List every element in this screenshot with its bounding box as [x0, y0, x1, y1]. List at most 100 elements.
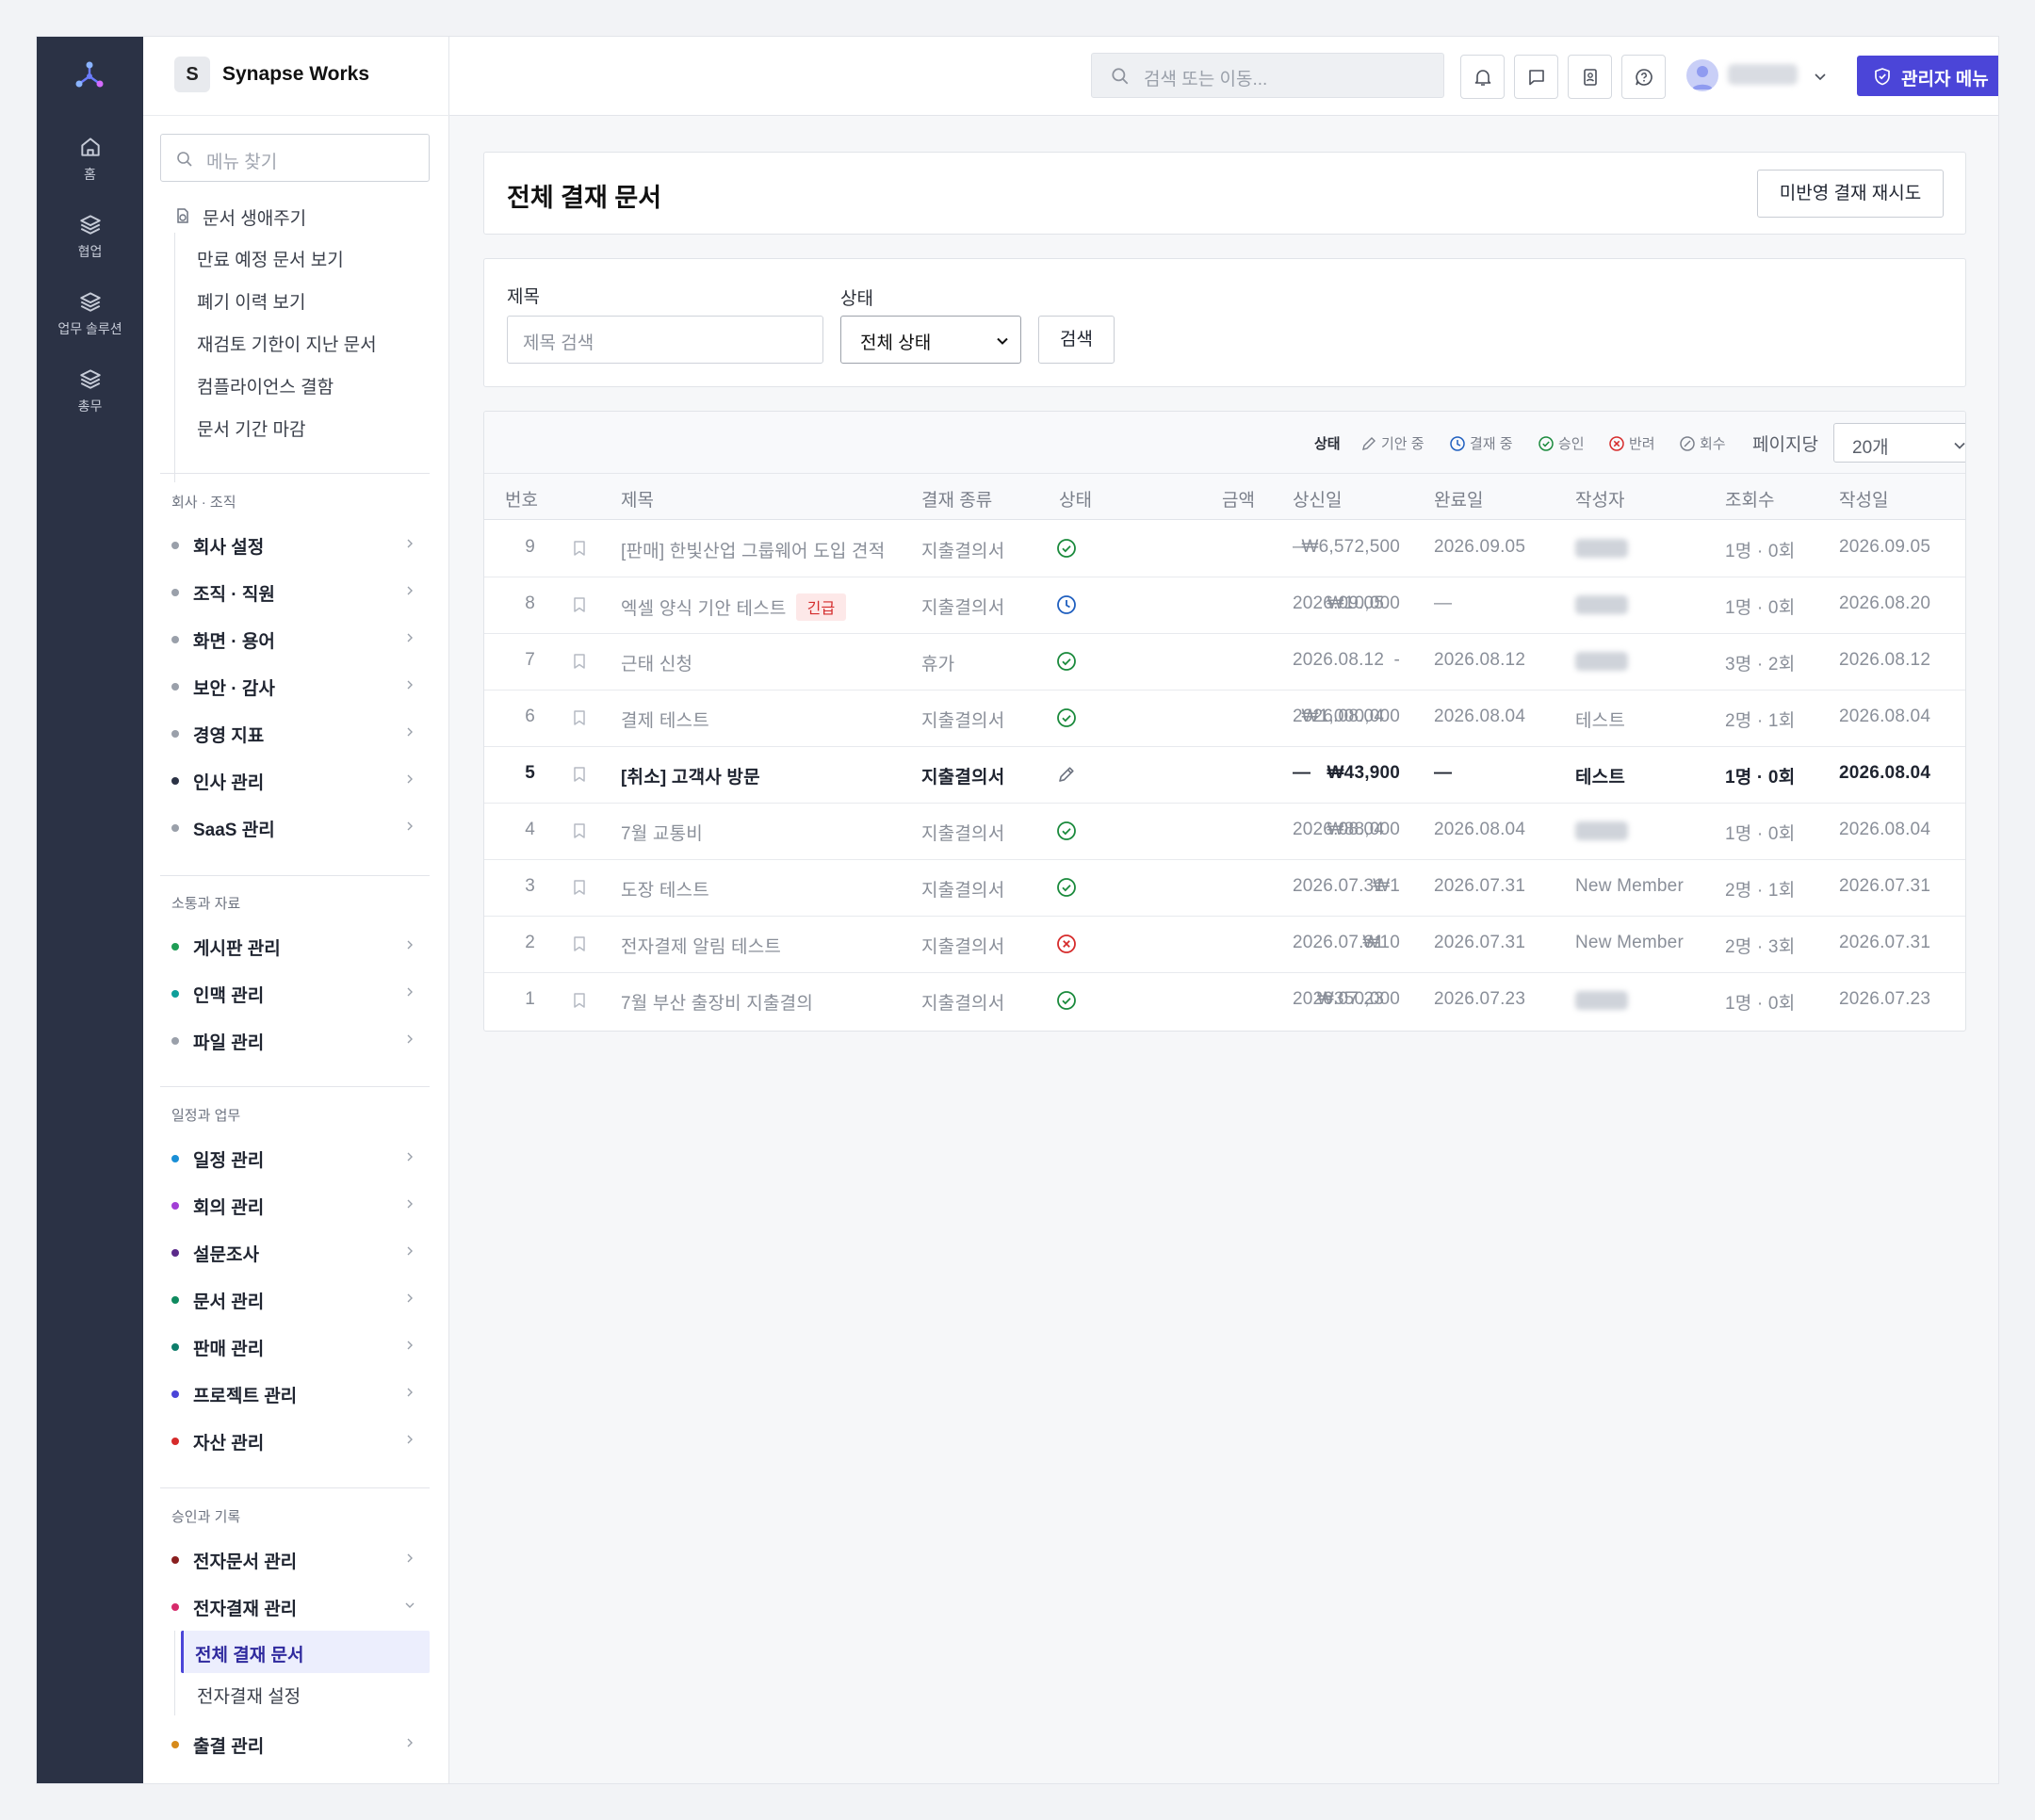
- column-header-status[interactable]: 상태: [1059, 486, 1092, 512]
- sidebar-item-org-staff[interactable]: 조직 · 직원: [160, 576, 430, 608]
- table-row[interactable]: 9 [판매] 한빛산업 그룹웨어 도입 견적 지출결의서 ₩6,572,500 …: [484, 521, 1965, 577]
- sidebar-item-company-settings[interactable]: 회사 설정: [160, 528, 430, 561]
- lifecycle-link[interactable]: 만료 예정 문서 보기: [197, 246, 344, 271]
- column-header-amount[interactable]: 금액: [1222, 486, 1255, 512]
- retry-unapplied-approvals-button[interactable]: 미반영 결재 재시도: [1757, 170, 1944, 218]
- user-avatar[interactable]: [1686, 59, 1718, 91]
- cell-title[interactable]: [취소] 고객사 방문: [621, 763, 760, 788]
- bookmark-icon[interactable]: [572, 879, 587, 896]
- bookmark-icon[interactable]: [572, 709, 587, 726]
- table-row[interactable]: 5 [취소] 고객사 방문 지출결의서 ₩43,900 — — 테스트 1명 ·…: [484, 747, 1965, 804]
- cell-title[interactable]: 결제 테스트: [621, 707, 709, 732]
- bullet-dot: [171, 1155, 179, 1162]
- messages-button[interactable]: [1514, 55, 1558, 99]
- sidebar-item-contacts[interactable]: 인맥 관리: [160, 977, 430, 1009]
- sidebar-item-kpi[interactable]: 경영 지표: [160, 717, 430, 749]
- bookmark-icon[interactable]: [572, 653, 587, 670]
- sidebar-item-eapproval-settings[interactable]: 전자결재 설정: [197, 1682, 301, 1708]
- column-header-views[interactable]: 조회수: [1725, 486, 1774, 512]
- lifecycle-link[interactable]: 컴플라이언스 결함: [197, 373, 334, 398]
- sidebar-item-all-approval-docs[interactable]: 전체 결재 문서: [181, 1631, 430, 1673]
- rail-item-general-affairs[interactable]: 총무: [37, 366, 143, 415]
- check-circle-icon: [1057, 652, 1076, 671]
- column-header-title[interactable]: 제목: [621, 486, 654, 512]
- per-page-select[interactable]: 20개: [1833, 423, 1965, 463]
- cell-title[interactable]: 7월 부산 출장비 지출결의: [621, 989, 813, 1015]
- menu-search-input[interactable]: 메뉴 찾기: [160, 134, 430, 182]
- urgent-badge: 긴급: [795, 593, 847, 621]
- column-header-created[interactable]: 작성일: [1839, 486, 1888, 512]
- table-row[interactable]: 1 7월 부산 출장비 지출결의 지출결의서 ₩350,000 2026.07.…: [484, 973, 1965, 1030]
- cell-title[interactable]: 전자결제 알림 테스트: [621, 933, 781, 958]
- sidebar-item-schedule[interactable]: 일정 관리: [160, 1142, 430, 1174]
- sidebar-item-sales[interactable]: 판매 관리: [160, 1330, 430, 1362]
- rail-item-collab[interactable]: 협업: [37, 212, 143, 261]
- table-row[interactable]: 2 전자결제 알림 테스트 지출결의서 ₩10 2026.07.31 2026.…: [484, 917, 1965, 973]
- cell-created: 2026.08.12: [1839, 650, 1931, 670]
- column-header-type[interactable]: 결재 종류: [921, 486, 992, 512]
- lifecycle-link[interactable]: 문서 기간 마감: [197, 415, 305, 441]
- sidebar-item-project[interactable]: 프로젝트 관리: [160, 1377, 430, 1409]
- divider: [160, 875, 430, 876]
- table-row[interactable]: 8 엑셀 양식 기안 테스트 긴급 지출결의서 ₩10,000 2026.09.0…: [484, 577, 1965, 634]
- bookmark-icon[interactable]: [572, 540, 587, 557]
- directory-button[interactable]: [1568, 55, 1612, 99]
- table-row[interactable]: 6 결제 테스트 지출결의서 ₩1,000,000 2026.08.04 202…: [484, 691, 1965, 747]
- title-search-input[interactable]: 제목 검색: [507, 316, 823, 364]
- sidebar-item-security-audit[interactable]: 보안 · 감사: [160, 670, 430, 702]
- rail-item-home[interactable]: 홈: [37, 135, 143, 184]
- column-header-author[interactable]: 작성자: [1575, 486, 1624, 512]
- sidebar-item-attendance[interactable]: 출결 관리: [160, 1728, 430, 1760]
- search-button[interactable]: 검색: [1038, 316, 1115, 364]
- notifications-button[interactable]: [1460, 55, 1505, 99]
- sidebar-item-edocs[interactable]: 전자문서 관리: [160, 1543, 430, 1575]
- table-body: 9 [판매] 한빛산업 그룹웨어 도입 견적 지출결의서 ₩6,572,500 …: [484, 521, 1965, 1031]
- sidebar-item-eapproval[interactable]: 전자결재 관리: [160, 1590, 430, 1622]
- bookmark-icon[interactable]: [572, 992, 587, 1009]
- sidebar-item-screen-terms[interactable]: 화면 · 용어: [160, 623, 430, 655]
- lifecycle-link[interactable]: 폐기 이력 보기: [197, 288, 305, 314]
- admin-menu-button[interactable]: 관리자 메뉴: [1857, 56, 1998, 96]
- chevron-right-icon: [407, 1341, 413, 1350]
- bookmark-icon[interactable]: [572, 935, 587, 952]
- bookmark-icon[interactable]: [572, 596, 587, 613]
- sidebar-item-files[interactable]: 파일 관리: [160, 1024, 430, 1056]
- table-row[interactable]: 3 도장 테스트 지출결의서 ₩1 2026.07.31 2026.07.31 …: [484, 860, 1965, 917]
- section-title: 승인과 기록: [171, 1509, 241, 1525]
- cell-type: 지출결의서: [921, 881, 1005, 901]
- rail-item-work-solution[interactable]: 업무 솔루션: [37, 289, 143, 338]
- help-button[interactable]: [1621, 55, 1666, 99]
- cell-title[interactable]: 도장 테스트: [621, 876, 709, 902]
- column-header-no[interactable]: 번호: [505, 486, 538, 512]
- cell-title[interactable]: 근태 신청: [621, 650, 692, 675]
- sidebar-item-survey[interactable]: 설문조사: [160, 1236, 430, 1268]
- status-select[interactable]: 전체 상태: [840, 316, 1021, 364]
- bookmark-icon[interactable]: [572, 822, 587, 839]
- sidebar-item-saas[interactable]: SaaS 관리: [160, 811, 430, 843]
- bullet-dot: [171, 943, 179, 951]
- app-logo-icon[interactable]: [73, 57, 106, 91]
- column-header-completed[interactable]: 완료일: [1434, 486, 1483, 512]
- table-row[interactable]: 4 7월 교통비 지출결의서 ₩88,000 2026.08.04 2026.0…: [484, 804, 1965, 860]
- cell-title[interactable]: [판매] 한빛산업 그룹웨어 도입 견적: [621, 537, 885, 562]
- column-header-submitted[interactable]: 상신일: [1293, 486, 1342, 512]
- sidebar-item-hr[interactable]: 인사 관리: [160, 764, 430, 796]
- table-row[interactable]: 7 근태 신청 휴가 - 2026.08.12 2026.08.12 3명 · …: [484, 634, 1965, 691]
- cell-created: 2026.08.04: [1839, 820, 1931, 839]
- sidebar-item-label: 화면 · 용어: [193, 632, 275, 652]
- sidebar-item-assets[interactable]: 자산 관리: [160, 1424, 430, 1456]
- brand-name[interactable]: Synapse Works: [222, 63, 369, 86]
- sidebar-item-board[interactable]: 게시판 관리: [160, 930, 430, 962]
- lifecycle-link[interactable]: 재검토 기한이 지난 문서: [197, 331, 377, 356]
- cell-title[interactable]: 7월 교통비: [621, 820, 703, 845]
- cell-submitted: 2026.07.31: [1293, 933, 1385, 952]
- user-name-blurred[interactable]: [1728, 64, 1798, 85]
- chevron-down-icon[interactable]: [1813, 69, 1828, 84]
- bookmark-icon[interactable]: [572, 766, 587, 783]
- sidebar-item-documents[interactable]: 문서 관리: [160, 1283, 430, 1315]
- status-icon-cell: [1056, 651, 1077, 676]
- sidebar-item-meeting[interactable]: 회의 관리: [160, 1189, 430, 1221]
- global-search-input[interactable]: 검색 또는 이동...: [1091, 53, 1444, 98]
- sidebar-item-label: 일정 관리: [193, 1151, 265, 1171]
- cell-title[interactable]: 엑셀 양식 기안 테스트 긴급: [621, 593, 847, 621]
